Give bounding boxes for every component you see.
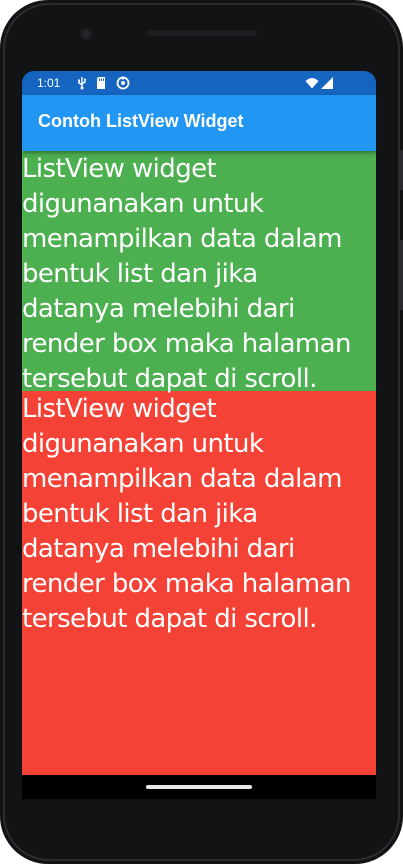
wifi-icon xyxy=(305,78,319,89)
app-bar: Contoh ListView Widget xyxy=(22,95,376,151)
status-bar: 1:01 xyxy=(22,71,376,95)
usb-debug-icon xyxy=(78,77,86,90)
sd-card-icon xyxy=(97,77,105,89)
signal-icon xyxy=(321,77,333,89)
home-gesture-handle[interactable] xyxy=(146,785,252,789)
sync-icon xyxy=(116,76,130,90)
list-item: ListView widget digunanakan untuk menamp… xyxy=(22,151,376,394)
list-item-text: ListView widget digunanakan untuk menamp… xyxy=(22,394,351,634)
list-item: ListView widget digunanakan untuk menamp… xyxy=(22,391,376,775)
front-camera xyxy=(80,28,92,40)
status-time: 1:01 xyxy=(37,76,61,90)
phone-frame: 1:01 Contoh ListView Widget ListView wid… xyxy=(0,0,403,864)
app-bar-title: Contoh ListView Widget xyxy=(38,111,244,131)
list-view[interactable]: ListView widget digunanakan untuk menamp… xyxy=(22,151,376,775)
list-item-text: ListView widget digunanakan untuk menamp… xyxy=(22,154,351,394)
earpiece-speaker xyxy=(147,30,257,36)
app-screen: 1:01 Contoh ListView Widget ListView wid… xyxy=(22,71,376,775)
